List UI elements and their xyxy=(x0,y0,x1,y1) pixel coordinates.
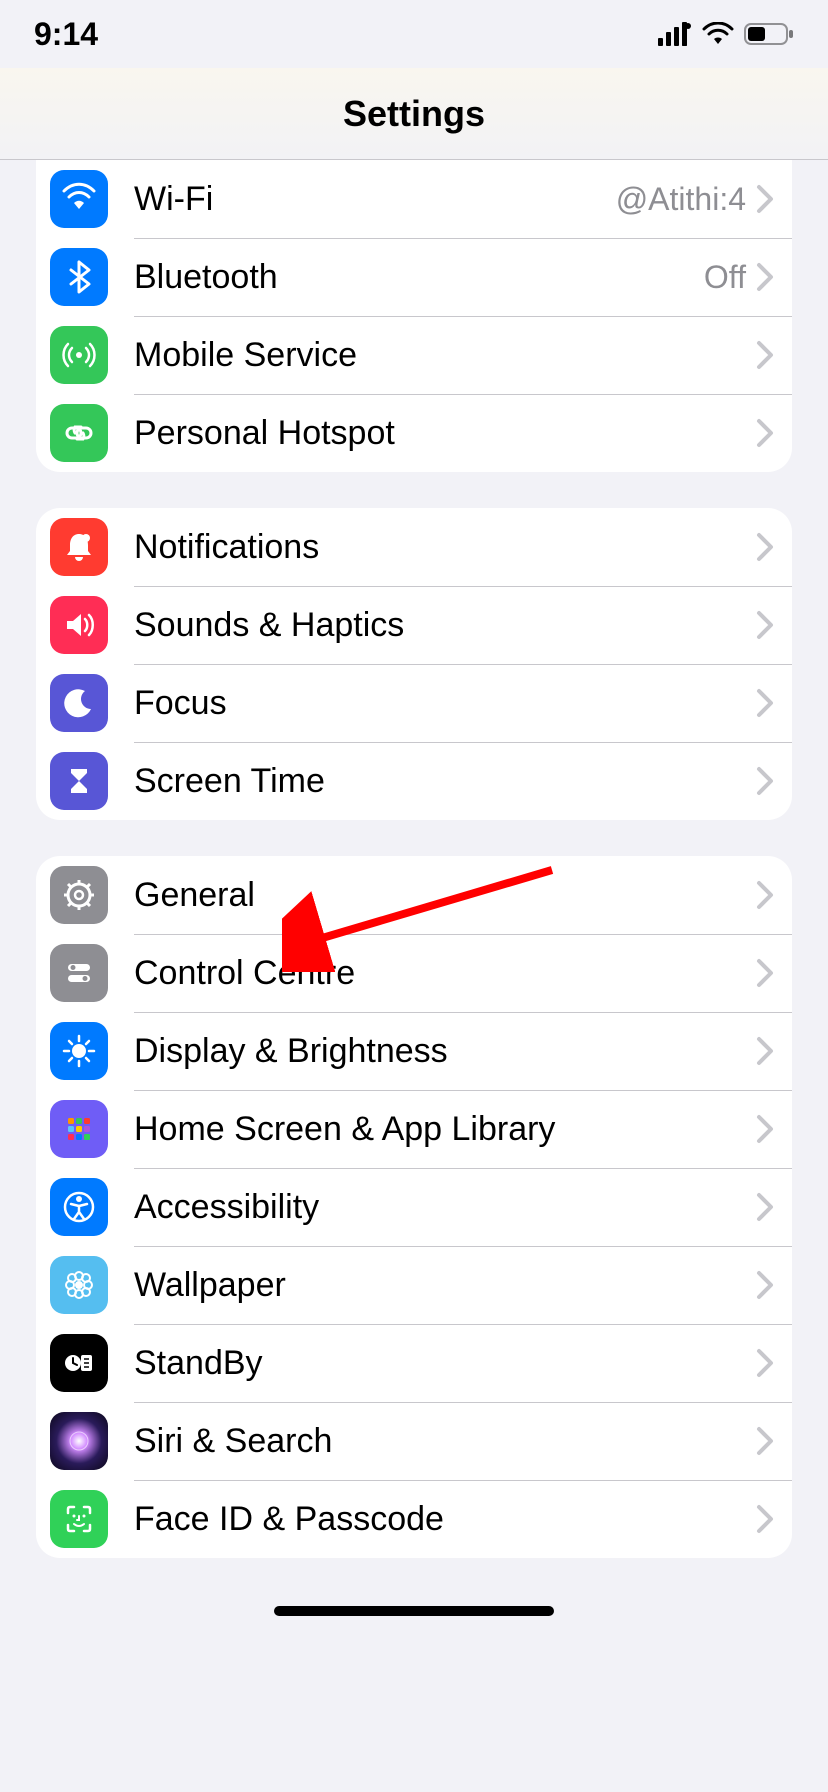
moon-icon xyxy=(50,674,108,732)
row-label: Bluetooth xyxy=(134,258,704,297)
chevron-right-icon xyxy=(756,1348,774,1378)
link-icon xyxy=(50,404,108,462)
row-accessibility[interactable]: Accessibility xyxy=(36,1168,792,1246)
row-label: Screen Time xyxy=(134,762,756,801)
chevron-right-icon xyxy=(756,880,774,910)
row-control-centre[interactable]: Control Centre xyxy=(36,934,792,1012)
row-home-screen[interactable]: Home Screen & App Library xyxy=(36,1090,792,1168)
standby-icon xyxy=(50,1334,108,1392)
row-personal-hotspot[interactable]: Personal Hotspot xyxy=(36,394,792,472)
settings-group-connectivity: Wi-Fi @Atithi:4 Bluetooth Off Mobile Ser… xyxy=(36,160,792,472)
row-label: Mobile Service xyxy=(134,336,756,375)
siri-icon xyxy=(50,1412,108,1470)
row-general[interactable]: General xyxy=(36,856,792,934)
row-label: Personal Hotspot xyxy=(134,414,756,453)
row-label: Face ID & Passcode xyxy=(134,1500,756,1539)
navbar: Settings xyxy=(0,68,828,160)
home-indicator[interactable] xyxy=(274,1606,554,1616)
chevron-right-icon xyxy=(756,688,774,718)
row-label: Notifications xyxy=(134,528,756,567)
cellular-icon xyxy=(658,22,692,46)
row-standby[interactable]: StandBy xyxy=(36,1324,792,1402)
settings-screen: 9:14 Settings Wi-Fi @Atithi:4 xyxy=(0,0,828,1598)
row-display-brightness[interactable]: Display & Brightness xyxy=(36,1012,792,1090)
settings-content[interactable]: Wi-Fi @Atithi:4 Bluetooth Off Mobile Ser… xyxy=(0,160,828,1598)
row-bluetooth[interactable]: Bluetooth Off xyxy=(36,238,792,316)
clock: 9:14 xyxy=(34,16,98,53)
antenna-icon xyxy=(50,326,108,384)
settings-group-general: General Control Centre Display & Brightn… xyxy=(36,856,792,1558)
row-label: Focus xyxy=(134,684,756,723)
chevron-right-icon xyxy=(756,262,774,292)
battery-icon xyxy=(744,22,794,46)
chevron-right-icon xyxy=(756,1114,774,1144)
row-siri-search[interactable]: Siri & Search xyxy=(36,1402,792,1480)
chevron-right-icon xyxy=(756,1270,774,1300)
chevron-right-icon xyxy=(756,958,774,988)
accessibility-person-icon xyxy=(50,1178,108,1236)
chevron-right-icon xyxy=(756,184,774,214)
row-label: Control Centre xyxy=(134,954,756,993)
row-label: General xyxy=(134,876,756,915)
chevron-right-icon xyxy=(756,418,774,448)
row-label: Siri & Search xyxy=(134,1422,756,1461)
row-screen-time[interactable]: Screen Time xyxy=(36,742,792,820)
apps-grid-icon xyxy=(50,1100,108,1158)
status-bar: 9:14 xyxy=(0,0,828,68)
chevron-right-icon xyxy=(756,1192,774,1222)
row-label: Wi-Fi xyxy=(134,180,616,219)
row-detail-wifi: @Atithi:4 xyxy=(616,181,746,218)
switches-icon xyxy=(50,944,108,1002)
row-detail-bluetooth: Off xyxy=(704,259,746,296)
chevron-right-icon xyxy=(756,1426,774,1456)
wifi-status-icon xyxy=(702,22,734,46)
chevron-right-icon xyxy=(756,1036,774,1066)
row-label: Sounds & Haptics xyxy=(134,606,756,645)
chevron-right-icon xyxy=(756,766,774,796)
settings-group-notifications: Notifications Sounds & Haptics Focus xyxy=(36,508,792,820)
speaker-icon xyxy=(50,596,108,654)
row-focus[interactable]: Focus xyxy=(36,664,792,742)
bell-icon xyxy=(50,518,108,576)
row-notifications[interactable]: Notifications xyxy=(36,508,792,586)
page-title: Settings xyxy=(343,93,485,135)
row-face-id-passcode[interactable]: Face ID & Passcode xyxy=(36,1480,792,1558)
chevron-right-icon xyxy=(756,610,774,640)
hourglass-icon xyxy=(50,752,108,810)
row-label: Home Screen & App Library xyxy=(134,1110,756,1149)
row-sounds-haptics[interactable]: Sounds & Haptics xyxy=(36,586,792,664)
wifi-icon xyxy=(50,170,108,228)
row-label: Accessibility xyxy=(134,1188,756,1227)
row-label: Wallpaper xyxy=(134,1266,756,1305)
row-wallpaper[interactable]: Wallpaper xyxy=(36,1246,792,1324)
chevron-right-icon xyxy=(756,340,774,370)
chevron-right-icon xyxy=(756,532,774,562)
faceid-icon xyxy=(50,1490,108,1548)
row-mobile-service[interactable]: Mobile Service xyxy=(36,316,792,394)
bluetooth-icon xyxy=(50,248,108,306)
flower-icon xyxy=(50,1256,108,1314)
row-wifi[interactable]: Wi-Fi @Atithi:4 xyxy=(36,160,792,238)
gear-icon xyxy=(50,866,108,924)
row-label: StandBy xyxy=(134,1344,756,1383)
chevron-right-icon xyxy=(756,1504,774,1534)
row-label: Display & Brightness xyxy=(134,1032,756,1071)
sun-icon xyxy=(50,1022,108,1080)
status-icons xyxy=(658,22,794,46)
